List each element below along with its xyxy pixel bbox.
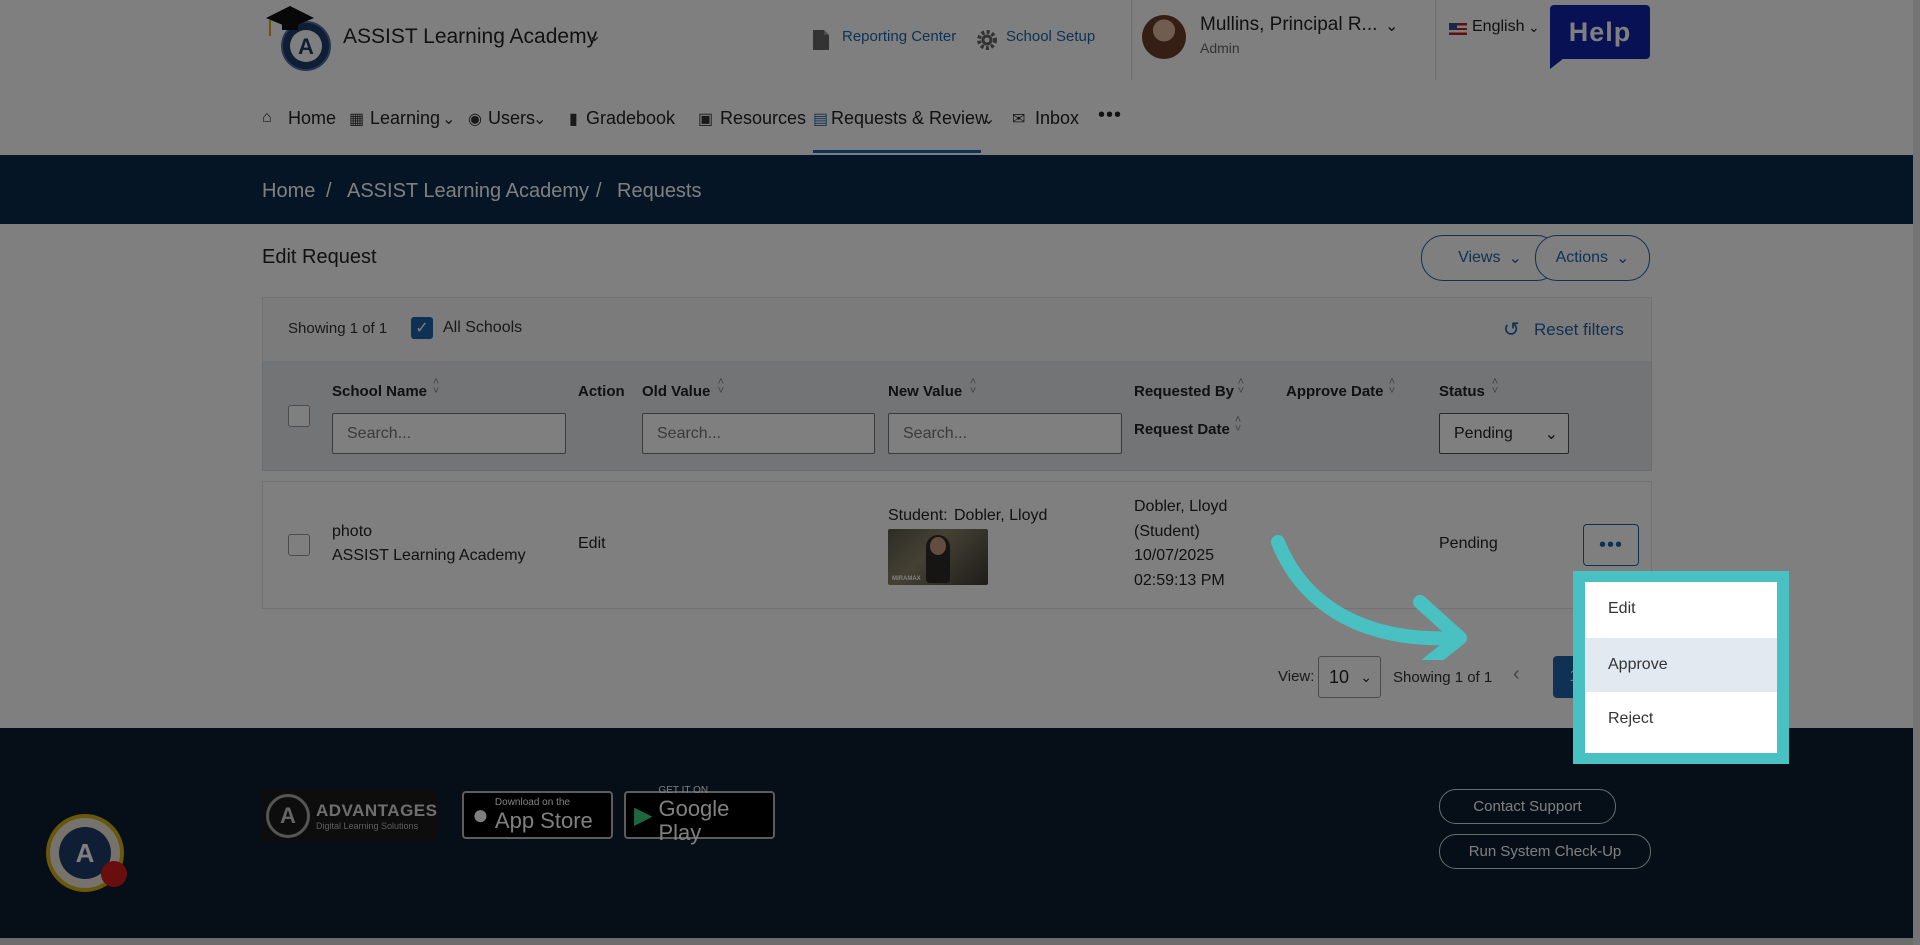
menu-item-approve[interactable]: Approve: [1585, 638, 1777, 692]
row-actions-menu: Edit Approve Reject: [1585, 582, 1777, 753]
menu-item-edit[interactable]: Edit: [1585, 582, 1777, 636]
dim-overlay: [0, 0, 1920, 945]
pointer-arrow-icon: [1271, 535, 1467, 660]
menu-item-reject[interactable]: Reject: [1585, 692, 1777, 746]
